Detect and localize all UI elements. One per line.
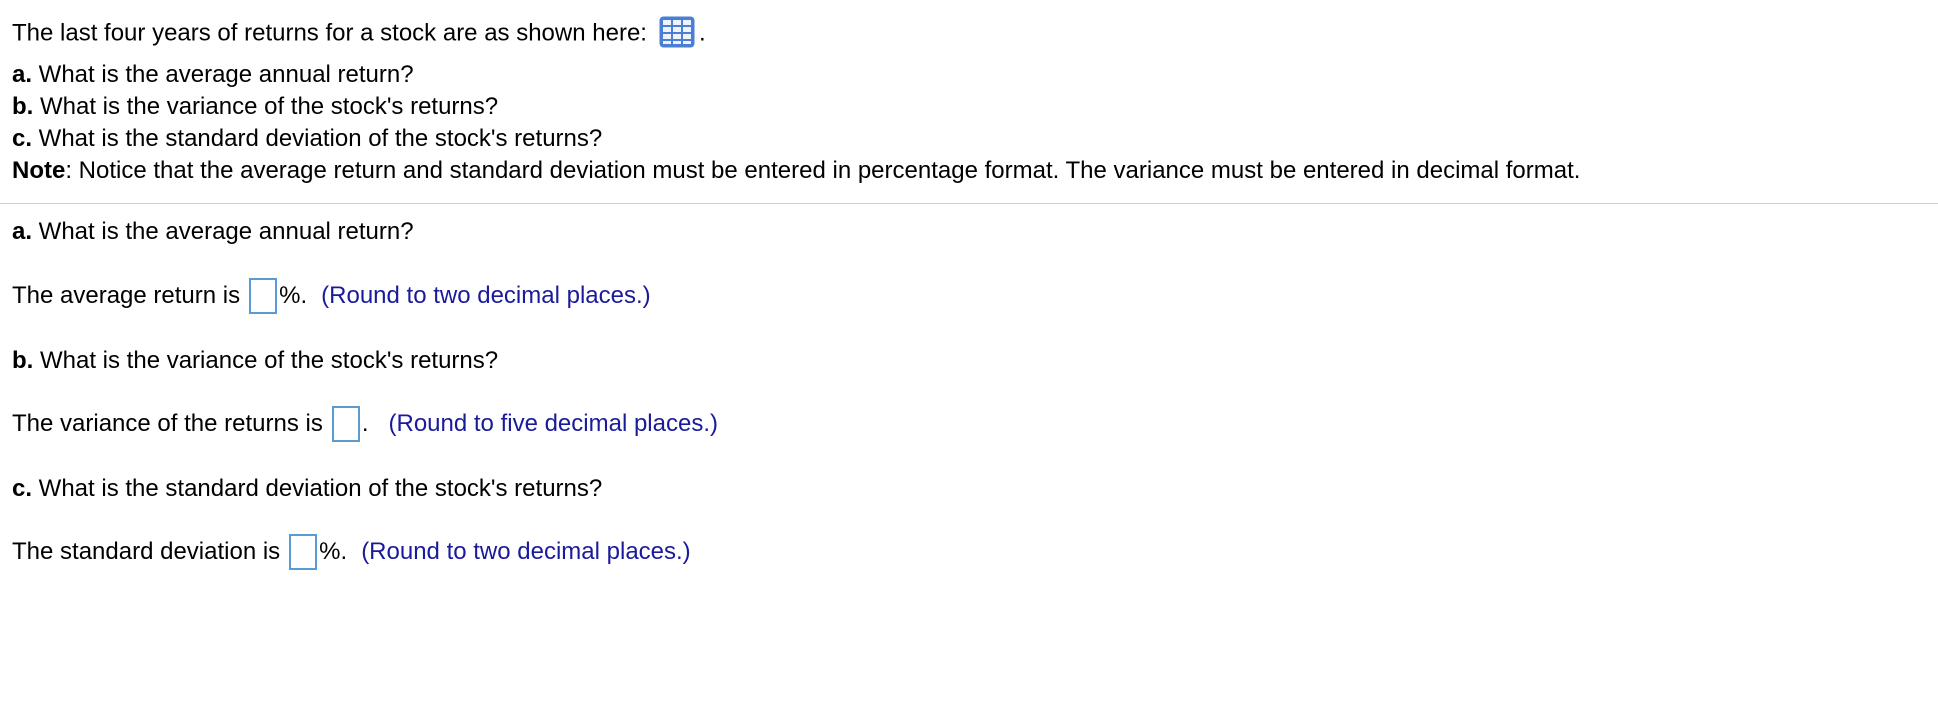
note: Note: Notice that the average return and… xyxy=(12,156,1580,186)
intro-text: The last four years of returns for a sto… xyxy=(12,19,647,47)
part-b-letter: b. xyxy=(12,347,34,374)
part-c-prefix: The standard deviation is xyxy=(12,538,281,565)
standard-deviation-input[interactable] xyxy=(289,534,318,570)
intro-line: The last four years of returns for a sto… xyxy=(12,16,706,50)
section-divider xyxy=(0,203,1938,204)
part-b-heading-text: What is the variance of the stock's retu… xyxy=(33,347,499,374)
part-a-heading: a. What is the average annual return? xyxy=(12,217,414,247)
part-a-hint: (Round to two decimal places.) xyxy=(321,282,651,309)
part-b-answer-line: The variance of the returns is . (Round … xyxy=(12,406,718,442)
part-a-suffix: %. xyxy=(279,282,308,309)
part-c-answer-line: The standard deviation is %. (Round to t… xyxy=(12,534,691,570)
note-label: Note xyxy=(12,157,66,184)
question-c: c. What is the standard deviation of the… xyxy=(12,124,602,154)
part-a-heading-text: What is the average annual return? xyxy=(32,218,414,245)
variance-input[interactable] xyxy=(331,406,360,442)
intro-period: . xyxy=(698,19,706,47)
question-c-letter: c. xyxy=(12,125,33,152)
part-a-answer-line: The average return is %. (Round to two d… xyxy=(12,278,651,314)
average-return-input[interactable] xyxy=(249,278,278,314)
part-c-letter: c. xyxy=(12,475,33,502)
note-text: : Notice that the average return and sta… xyxy=(65,157,1581,184)
question-a: a. What is the average annual return? xyxy=(12,60,414,90)
question-b-text: What is the variance of the stock's retu… xyxy=(33,93,499,120)
question-a-letter: a. xyxy=(12,61,33,88)
part-a-letter: a. xyxy=(12,218,33,245)
question-b: b. What is the variance of the stock's r… xyxy=(12,92,498,122)
data-table-icon[interactable] xyxy=(659,16,695,48)
part-b-heading: b. What is the variance of the stock's r… xyxy=(12,346,498,376)
question-a-text: What is the average annual return? xyxy=(32,61,414,88)
part-c-heading: c. What is the standard deviation of the… xyxy=(12,474,602,504)
question-b-letter: b. xyxy=(12,93,34,120)
part-b-suffix: . xyxy=(361,410,369,437)
part-a-prefix: The average return is xyxy=(12,282,241,309)
part-c-suffix: %. xyxy=(319,538,348,565)
part-b-hint: (Round to five decimal places.) xyxy=(388,410,718,437)
question-c-text: What is the standard deviation of the st… xyxy=(32,125,603,152)
part-c-hint: (Round to two decimal places.) xyxy=(361,538,691,565)
part-b-prefix: The variance of the returns is xyxy=(12,410,323,437)
part-c-heading-text: What is the standard deviation of the st… xyxy=(32,475,603,502)
